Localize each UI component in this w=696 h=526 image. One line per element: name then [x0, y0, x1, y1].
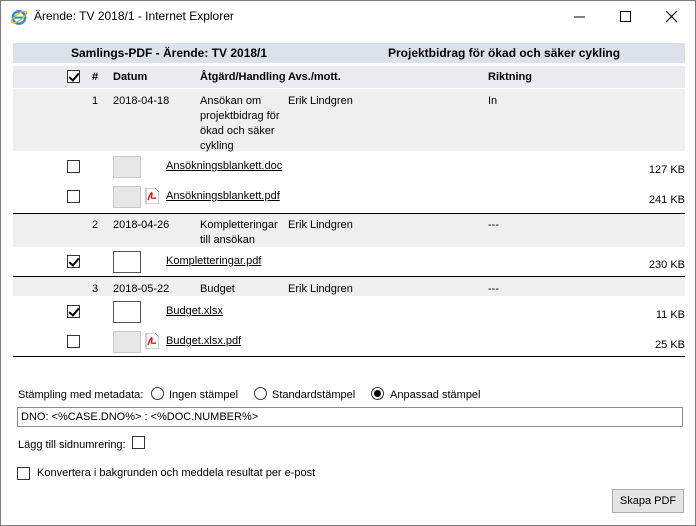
table-header: # Datum Åtgärd/Handling Avs./mott. Riktn…	[13, 66, 685, 88]
table-row: 1 2018-04-18 Ansökan om projektbidrag fö…	[13, 89, 685, 152]
close-icon	[666, 11, 678, 23]
list-item: Ansökningsblankett.pdf 241 KB	[13, 183, 685, 213]
row-action-line: cykling	[200, 140, 234, 152]
col-num: #	[92, 71, 99, 83]
radio-no-stamp-label[interactable]: Ingen stämpel	[169, 389, 238, 401]
col-action: Åtgärd/Handling	[200, 71, 286, 83]
page-numbering-checkbox[interactable]	[132, 436, 145, 449]
row-action-line: projektbidrag för	[200, 110, 280, 122]
dialog-title: Samlings-PDF - Ärende: TV 2018/1	[71, 46, 268, 60]
list-item: Ansökningsblankett.doc 127 KB	[13, 153, 685, 183]
file-size: 127 KB	[648, 164, 685, 176]
radio-custom-stamp-label[interactable]: Anpassad stämpel	[390, 389, 481, 401]
row-action-line: Ansökan om	[200, 95, 262, 107]
file-size: 230 KB	[648, 259, 685, 271]
file-thumbnail	[113, 301, 141, 323]
pdf-icon	[145, 333, 159, 349]
file-checkbox[interactable]	[67, 190, 80, 203]
row-date: 2018-04-26	[113, 219, 170, 231]
maximize-button[interactable]	[603, 1, 649, 32]
radio-standard-stamp-label[interactable]: Standardstämpel	[272, 389, 355, 401]
row-from-to: Erik Lindgren	[288, 283, 353, 295]
file-link[interactable]: Kompletteringar.pdf	[166, 255, 261, 267]
row-action-line: till ansökan	[200, 234, 256, 246]
table-bottom-divider	[13, 356, 685, 357]
file-size: 241 KB	[648, 194, 685, 206]
table-row: 3 2018-05-22 Budget Erik Lindgren ---	[13, 277, 685, 296]
page-numbering-label: Lägg till sidnumrering:	[18, 439, 126, 451]
col-direction: Riktning	[488, 71, 532, 83]
file-link[interactable]: Budget.xlsx	[166, 305, 223, 317]
row-direction: ---	[488, 283, 499, 295]
file-checkbox[interactable]	[67, 305, 80, 318]
row-action-line: Kompletteringar	[200, 219, 278, 231]
select-all-checkbox[interactable]	[67, 70, 80, 83]
list-item: Budget.xlsx.pdf 25 KB	[13, 328, 685, 356]
col-from-to: Avs./mott.	[288, 71, 341, 83]
row-direction: ---	[488, 219, 499, 231]
row-direction: In	[488, 95, 498, 107]
file-size: 25 KB	[655, 339, 685, 351]
file-link[interactable]: Budget.xlsx.pdf	[166, 335, 241, 347]
row-num: 3	[92, 283, 99, 295]
radio-custom-stamp[interactable]	[371, 387, 384, 400]
case-subject: Projektbidrag för ökad och säker cykling	[388, 46, 621, 60]
list-item: Budget.xlsx 11 KB	[13, 298, 685, 326]
maximize-icon	[620, 11, 631, 22]
file-thumbnail	[113, 156, 141, 178]
title-bar: Ärende: TV 2018/1 - Internet Explorer	[1, 1, 695, 32]
row-date: 2018-04-18	[113, 95, 170, 107]
row-date: 2018-05-22	[113, 283, 170, 295]
list-item: Kompletteringar.pdf 230 KB	[13, 248, 685, 276]
stamp-template-input[interactable]: DNO: <%CASE.DNO%> : <%DOC.NUMBER%>	[17, 407, 683, 427]
window-title: Ärende: TV 2018/1 - Internet Explorer	[34, 9, 234, 23]
col-date: Datum	[113, 71, 148, 83]
pdf-icon	[145, 188, 159, 204]
browser-window: Ärende: TV 2018/1 - Internet Explorer Sa…	[0, 0, 696, 526]
row-action-line: Budget	[200, 283, 235, 295]
background-convert-label[interactable]: Konvertera i bakgrunden och meddela resu…	[37, 467, 315, 479]
table-row: 2 2018-04-26 Kompletteringar till ansöka…	[13, 214, 685, 247]
file-thumbnail	[113, 331, 141, 353]
file-link[interactable]: Ansökningsblankett.doc	[166, 160, 282, 172]
file-checkbox[interactable]	[67, 255, 80, 268]
minimize-button[interactable]	[557, 1, 603, 32]
file-thumbnail	[113, 186, 141, 208]
file-thumbnail	[113, 251, 141, 273]
row-from-to: Erik Lindgren	[288, 95, 353, 107]
file-checkbox[interactable]	[67, 160, 80, 173]
row-action-line: ökad och säker	[200, 125, 275, 137]
minimize-icon	[574, 16, 585, 18]
stamping-label: Stämpling med metadata:	[18, 389, 144, 401]
file-checkbox[interactable]	[67, 335, 80, 348]
dialog-header: Samlings-PDF - Ärende: TV 2018/1 Projekt…	[13, 43, 685, 63]
close-window-button[interactable]	[649, 1, 695, 32]
file-size: 11 KB	[655, 309, 685, 321]
radio-no-stamp[interactable]	[151, 387, 164, 400]
row-num: 1	[92, 95, 99, 107]
create-pdf-button[interactable]: Skapa PDF	[612, 489, 684, 513]
internet-explorer-icon	[10, 10, 28, 25]
file-link[interactable]: Ansökningsblankett.pdf	[166, 190, 280, 202]
radio-standard-stamp[interactable]	[254, 387, 267, 400]
row-num: 2	[92, 219, 99, 231]
row-from-to: Erik Lindgren	[288, 219, 353, 231]
background-convert-checkbox[interactable]	[17, 467, 30, 480]
